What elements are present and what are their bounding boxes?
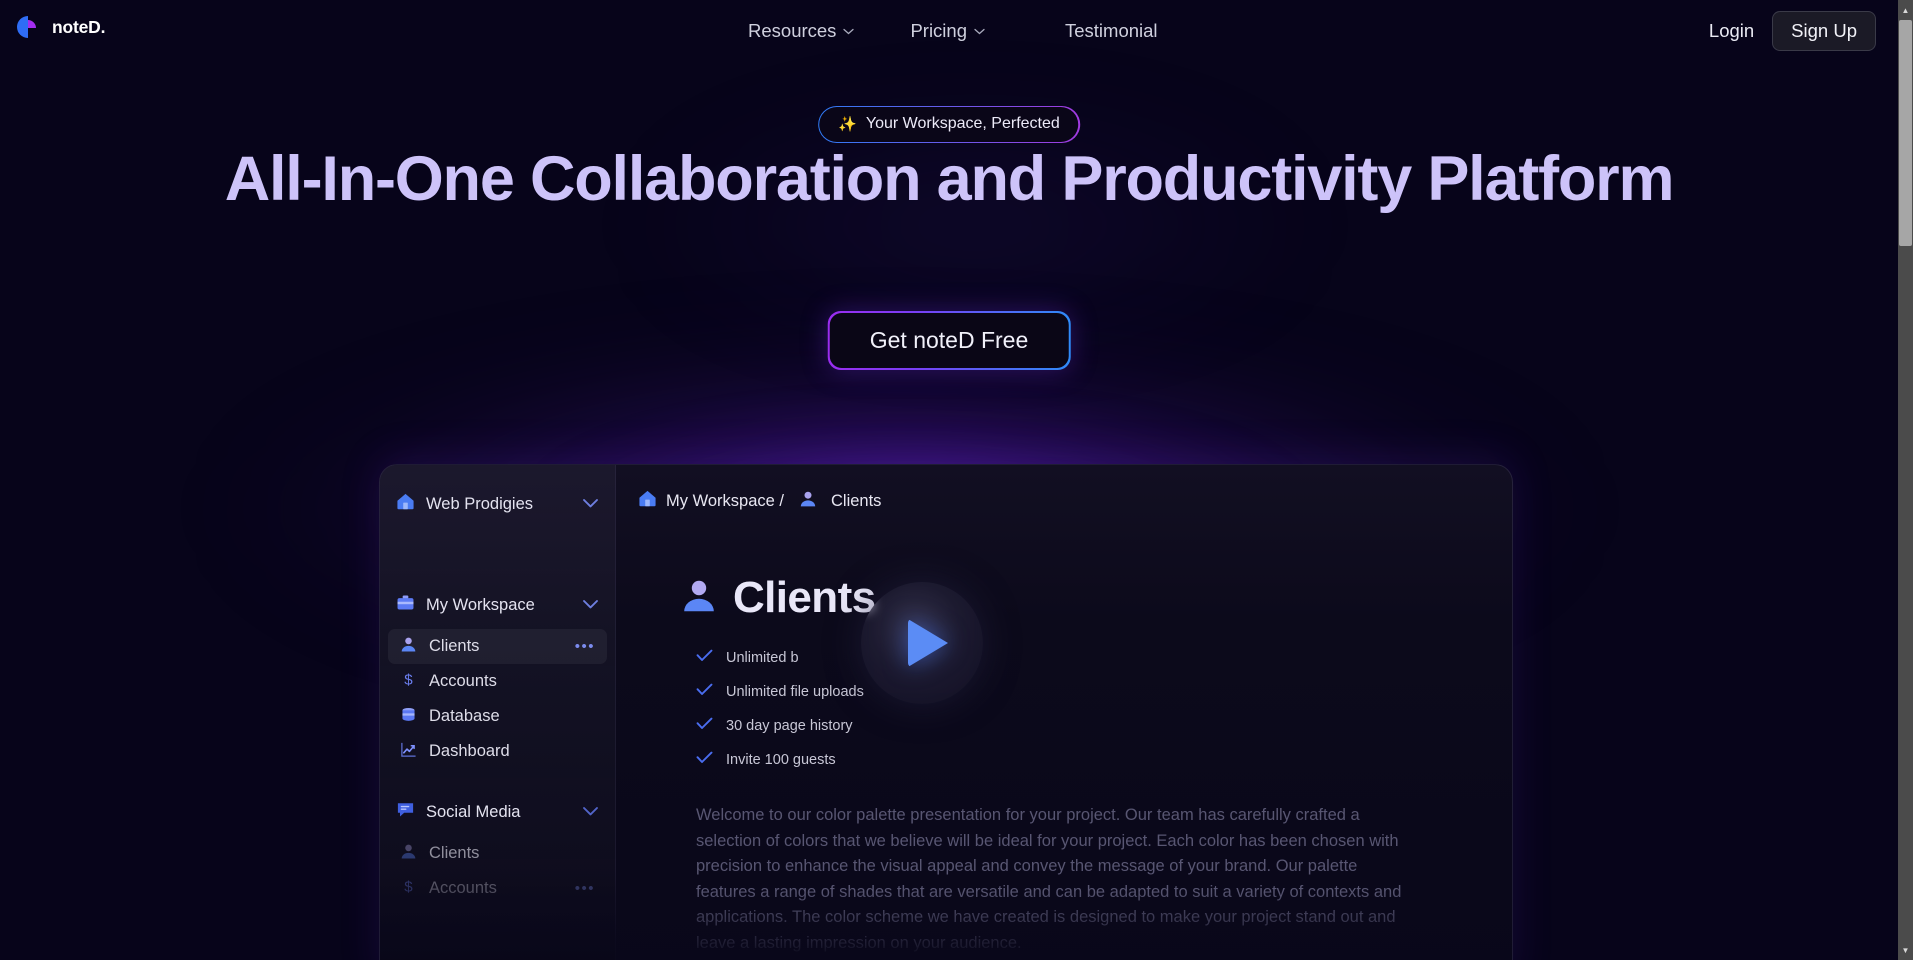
person-icon — [400, 843, 417, 865]
sidebar-group-my-workspace[interactable]: My Workspace — [380, 588, 615, 622]
hero-badge[interactable]: ✨ Your Workspace, Perfected — [818, 106, 1080, 143]
page-title: All-In-One Collaboration and Productivit… — [224, 144, 1675, 214]
sidebar-item-label: Database — [429, 707, 500, 725]
signup-button[interactable]: Sign Up — [1772, 11, 1876, 51]
sidebar-item-clients[interactable]: Clients ••• — [388, 629, 607, 664]
home-icon — [396, 492, 415, 516]
sidebar-group-web-prodigies[interactable]: Web Prodigies — [380, 487, 615, 521]
feature-label: Invite 100 guests — [726, 752, 836, 768]
list-item: Unlimited b — [696, 645, 1512, 671]
hero-badge-label: Your Workspace, Perfected — [865, 115, 1060, 132]
sidebar-item-label: Accounts — [429, 672, 497, 690]
scroll-down-arrow-icon[interactable]: ▼ — [1898, 942, 1913, 958]
breadcrumb-page[interactable]: Clients — [831, 492, 881, 511]
brand-name: noteD. — [52, 16, 106, 37]
pie-logo-icon — [14, 13, 42, 41]
chevron-down-icon — [974, 26, 985, 38]
sidebar-group-label: My Workspace — [426, 595, 535, 614]
chart-line-icon — [400, 741, 417, 763]
dollar-icon: $ — [400, 671, 417, 693]
feature-list: Unlimited b Unlimited file uploads 30 da… — [616, 623, 1512, 773]
content-title: Clients — [733, 573, 876, 622]
sparkles-icon: ✨ — [838, 116, 857, 133]
home-icon[interactable] — [638, 489, 657, 513]
feature-label: 30 day page history — [726, 718, 853, 734]
nav-actions: Login Sign Up — [1709, 11, 1876, 51]
app-sidebar: Web Prodigies My Workspace Clients ••• $… — [380, 465, 616, 960]
navbar: noteD. Resources Pricing Testimonial Log… — [0, 0, 1898, 62]
person-icon — [400, 636, 417, 658]
database-icon — [400, 706, 417, 728]
page-root: noteD. Resources Pricing Testimonial Log… — [0, 0, 1913, 960]
breadcrumb-workspace[interactable]: My Workspace / — [666, 492, 784, 511]
sidebar-item-label: Clients — [429, 637, 480, 655]
content-page-header: Clients — [616, 513, 1512, 623]
chat-icon — [396, 800, 415, 824]
scrollbar-thumb[interactable] — [1899, 20, 1912, 246]
sidebar-item-social-clients[interactable]: Clients — [388, 836, 607, 871]
svg-text:$: $ — [404, 671, 413, 687]
chevron-down-icon[interactable] — [582, 804, 599, 821]
nav-label-resources: Resources — [748, 20, 837, 41]
list-item: Invite 100 guests — [696, 747, 1512, 773]
hero-badge-wrap: ✨ Your Workspace, Perfected — [818, 106, 1080, 143]
sidebar-group-social-media[interactable]: Social Media — [380, 795, 615, 829]
nav-item-pricing[interactable]: Pricing — [882, 20, 1013, 42]
app-main-panel: My Workspace / Clients Clients Unlimited… — [616, 465, 1512, 960]
check-icon — [696, 717, 713, 735]
sidebar-item-label: Clients — [429, 844, 480, 862]
more-options-icon[interactable]: ••• — [575, 638, 595, 655]
brand-logo[interactable]: noteD. — [14, 13, 105, 41]
person-icon — [681, 578, 717, 619]
chevron-down-icon[interactable] — [582, 496, 599, 513]
page-scrollbar[interactable]: ▲ ▼ — [1898, 0, 1913, 960]
hero-cta-wrap: Get noteD Free — [827, 311, 1071, 370]
dollar-icon: $ — [400, 878, 417, 900]
chevron-down-icon[interactable] — [582, 597, 599, 614]
sidebar-item-social-accounts[interactable]: $ Accounts ••• — [388, 871, 607, 906]
scroll-up-arrow-icon[interactable]: ▲ — [1898, 2, 1913, 18]
svg-text:$: $ — [404, 878, 413, 894]
cta-label: Get noteD Free — [869, 327, 1029, 353]
nav-label-testimonial: Testimonial — [1065, 20, 1158, 41]
chevron-down-icon — [843, 26, 855, 38]
sidebar-item-dashboard[interactable]: Dashboard — [388, 734, 607, 769]
sidebar-item-accounts[interactable]: $ Accounts — [388, 664, 607, 699]
get-noted-free-button[interactable]: Get noteD Free — [827, 311, 1071, 370]
sidebar-item-label: Accounts — [429, 879, 497, 897]
sidebar-group-label: Web Prodigies — [426, 494, 534, 513]
check-icon — [696, 751, 713, 769]
content-paragraph: Welcome to our color palette presentatio… — [696, 806, 1402, 952]
sidebar-item-label: Dashboard — [429, 742, 510, 760]
play-video-button[interactable] — [861, 582, 983, 704]
person-icon — [799, 490, 817, 513]
play-icon — [908, 619, 948, 667]
feature-label: Unlimited file uploads — [726, 684, 864, 700]
nav-item-resources[interactable]: Resources — [720, 20, 882, 42]
check-icon — [696, 649, 713, 667]
breadcrumb: My Workspace / Clients — [616, 465, 1512, 513]
app-preview-card: Web Prodigies My Workspace Clients ••• $… — [379, 464, 1513, 960]
list-item: 30 day page history — [696, 713, 1512, 739]
sidebar-item-database[interactable]: Database — [388, 699, 607, 734]
briefcase-icon — [396, 593, 415, 617]
check-icon — [696, 683, 713, 701]
more-options-icon[interactable]: ••• — [575, 880, 595, 897]
nav-item-testimonial[interactable]: Testimonial — [1013, 20, 1186, 42]
nav-links: Resources Pricing Testimonial — [720, 0, 1186, 62]
login-button[interactable]: Login — [1709, 20, 1754, 42]
nav-label-pricing: Pricing — [910, 20, 967, 41]
list-item: Unlimited file uploads — [696, 679, 1512, 705]
sidebar-group-label: Social Media — [426, 802, 521, 821]
feature-label: Unlimited b — [726, 650, 799, 666]
